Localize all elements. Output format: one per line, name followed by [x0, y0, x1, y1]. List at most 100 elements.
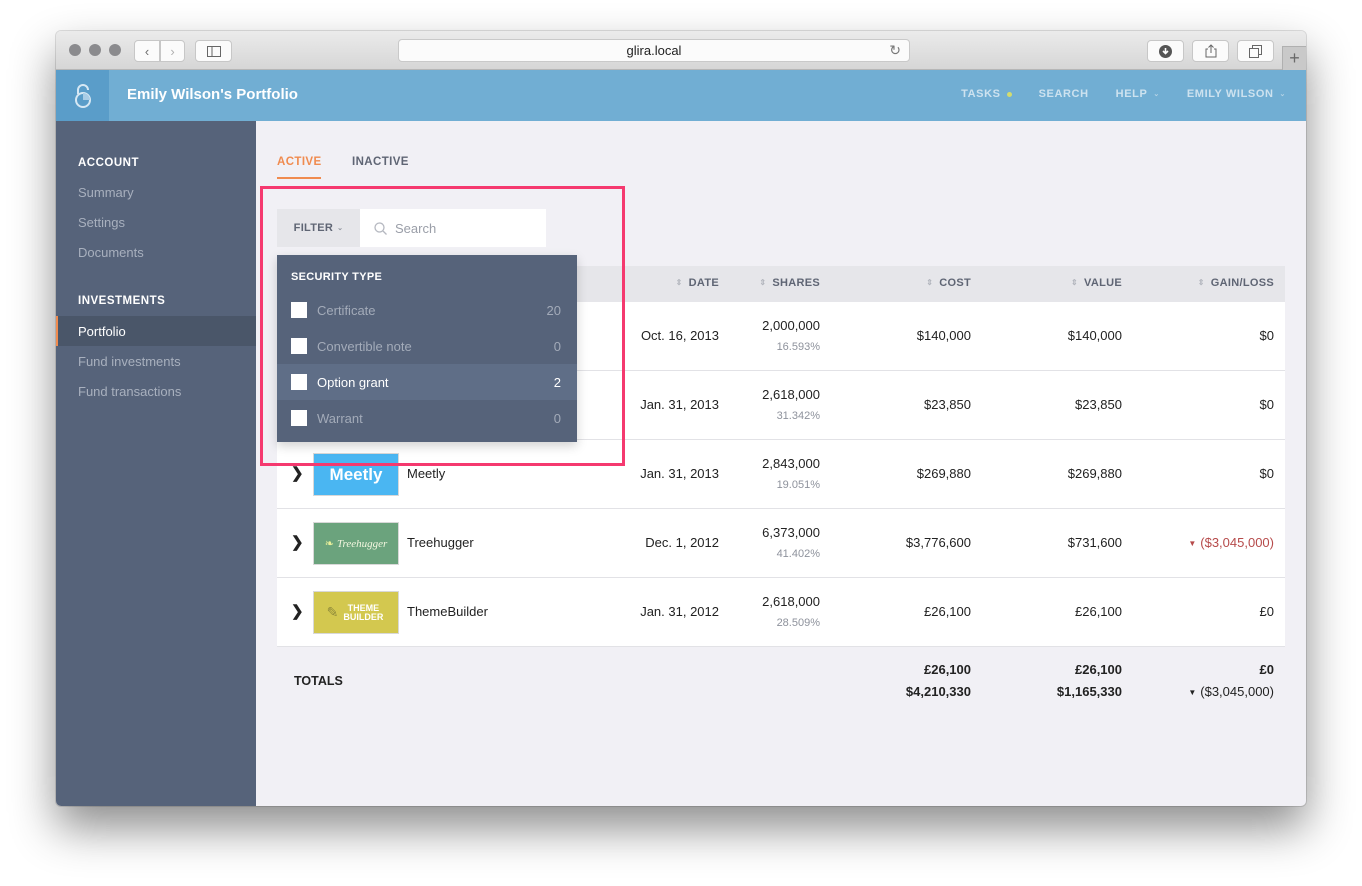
sidebar-toggle-button[interactable] [195, 40, 232, 62]
total-cost-gbp: £26,100 [924, 662, 971, 677]
down-triangle-icon: ▼ [1188, 539, 1197, 549]
company-logo: ❧ Treehugger [313, 522, 399, 565]
checkbox[interactable] [291, 302, 307, 318]
value-cell: $269,880 [1067, 466, 1122, 481]
reload-icon[interactable]: ↻ [889, 42, 901, 59]
meetly-logo-text: Meetly [329, 464, 383, 484]
url-text: glira.local [626, 43, 682, 58]
sidebar-item-fund-investments[interactable]: Fund investments [56, 346, 256, 376]
share-button[interactable] [1192, 40, 1229, 62]
option-count: 0 [553, 338, 561, 354]
expand-chevron-icon[interactable]: ❯ [291, 533, 304, 551]
table-row[interactable]: ❯ ✎ THEME BUILDER ThemeBuilder Jan. 31, … [277, 578, 1285, 647]
address-bar[interactable]: glira.local ↻ [398, 39, 910, 62]
column-header-date[interactable]: ⇕ DATE [676, 277, 719, 289]
company-name[interactable]: Treehugger [407, 535, 474, 550]
forward-button[interactable]: › [160, 40, 185, 62]
option-count: 2 [553, 374, 561, 390]
total-gain-gbp: £0 [1259, 662, 1274, 677]
ownership-percent: 28.509% [776, 617, 820, 629]
totals-label: TOTALS [294, 674, 343, 688]
tab-active[interactable]: ACTIVE [277, 156, 322, 168]
paintbrush-icon: ✎ [326, 604, 339, 620]
table-row[interactable]: ❯ Meetly Meetly Jan. 31, 2013 2,843,000 … [277, 440, 1285, 509]
zoom-window-button[interactable] [109, 44, 121, 56]
ownership-percent: 31.342% [776, 410, 820, 422]
page-title: Emily Wilson's Portfolio [127, 86, 298, 103]
shares-cell: 6,373,000 [762, 525, 820, 540]
date-cell: Jan. 31, 2013 [640, 397, 719, 412]
shares-cell: 2,618,000 [762, 387, 820, 402]
totals-row: TOTALS £26,100 $4,210,330 £26,100 $1,165… [277, 647, 1285, 717]
checkbox[interactable] [291, 374, 307, 390]
table-row[interactable]: ❯ ❧ Treehugger Treehugger Dec. 1, 2012 6… [277, 509, 1285, 578]
column-header-shares[interactable]: ⇕ SHARES [759, 277, 820, 289]
app-logo[interactable] [56, 70, 109, 121]
share-icon [1205, 44, 1216, 58]
minimize-window-button[interactable] [89, 44, 101, 56]
shares-cell: 2,618,000 [762, 594, 820, 609]
company-name[interactable]: ThemeBuilder [407, 604, 488, 619]
sidebar-item-summary[interactable]: Summary [56, 177, 256, 207]
tabs-icon [1249, 44, 1262, 58]
total-value-gbp: £26,100 [1075, 662, 1122, 677]
checkbox[interactable] [291, 338, 307, 354]
company-logo: ✎ THEME BUILDER [313, 591, 399, 634]
column-header-gain-loss[interactable]: ⇕ GAIN/LOSS [1198, 277, 1274, 289]
nav-help[interactable]: HELP ⌄ [1116, 88, 1160, 100]
nav-user-menu[interactable]: EMILY WILSON ⌄ [1187, 88, 1286, 100]
filter-dropdown: SECURITY TYPE Certificate 20 Convertible… [277, 255, 577, 442]
value-cell: $140,000 [1067, 328, 1122, 343]
cost-cell: £26,100 [924, 604, 971, 619]
value-cell: $731,600 [1067, 535, 1122, 550]
expand-chevron-icon[interactable]: ❯ [291, 602, 304, 620]
cost-cell: $3,776,600 [905, 535, 971, 550]
nav-tasks[interactable]: TASKS [961, 88, 1012, 100]
show-tabs-button[interactable] [1237, 40, 1274, 62]
filter-button[interactable]: FILTER ⌄ [277, 209, 360, 247]
sidebar-item-fund-transactions[interactable]: Fund transactions [56, 376, 256, 406]
shares-cell: 2,843,000 [762, 456, 820, 471]
top-nav: TASKS SEARCH HELP ⌄ EMILY WILSON ⌄ [961, 88, 1286, 100]
gain-loss-cell: $0 [1259, 466, 1274, 481]
date-cell: Oct. 16, 2013 [640, 328, 719, 343]
search-field[interactable] [360, 209, 546, 247]
gain-loss-cell: $0 [1259, 328, 1274, 343]
filter-option-certificate[interactable]: Certificate 20 [277, 292, 577, 328]
nav-search[interactable]: SEARCH [1039, 88, 1089, 100]
option-count: 0 [553, 410, 561, 426]
tab-inactive[interactable]: INACTIVE [352, 156, 409, 168]
plus-icon: + [1289, 48, 1300, 68]
column-header-cost[interactable]: ⇕ COST [926, 277, 971, 289]
sidebar-item-portfolio[interactable]: Portfolio [56, 316, 256, 346]
company-name[interactable]: Meetly [407, 466, 445, 481]
sort-icon: ⇕ [1197, 278, 1205, 287]
sidebar-item-settings[interactable]: Settings [56, 207, 256, 237]
company-logo: Meetly [313, 453, 399, 496]
sort-icon: ⇕ [926, 278, 934, 287]
total-value-usd: $1,165,330 [1056, 684, 1122, 699]
checkbox[interactable] [291, 410, 307, 426]
gain-loss-cell: £0 [1259, 604, 1274, 619]
value-cell: $23,850 [1075, 397, 1122, 412]
themebuilder-logo-text: THEME BUILDER [343, 602, 384, 622]
chevron-right-icon: › [170, 43, 175, 59]
lock-logo-icon [74, 83, 91, 108]
downloads-button[interactable] [1147, 40, 1184, 62]
date-cell: Jan. 31, 2012 [640, 604, 719, 619]
back-button[interactable]: ‹ [134, 40, 160, 62]
filter-option-warrant[interactable]: Warrant 0 [277, 400, 577, 436]
column-header-value[interactable]: ⇕ VALUE [1071, 277, 1122, 289]
treehugger-logo-text: Treehugger [336, 537, 388, 550]
sidebar: ACCOUNT Summary Settings Documents INVES… [56, 121, 256, 806]
sidebar-item-documents[interactable]: Documents [56, 237, 256, 267]
filter-option-convertible-note[interactable]: Convertible note 0 [277, 328, 577, 364]
shares-cell: 2,000,000 [762, 318, 820, 333]
cost-cell: $140,000 [916, 328, 971, 343]
new-tab-button[interactable]: + [1282, 46, 1306, 70]
close-window-button[interactable] [69, 44, 81, 56]
search-input[interactable] [395, 220, 535, 236]
down-triangle-icon: ▼ [1188, 688, 1197, 698]
expand-chevron-icon[interactable]: ❯ [291, 464, 304, 482]
filter-option-option-grant[interactable]: Option grant 2 [277, 364, 577, 400]
